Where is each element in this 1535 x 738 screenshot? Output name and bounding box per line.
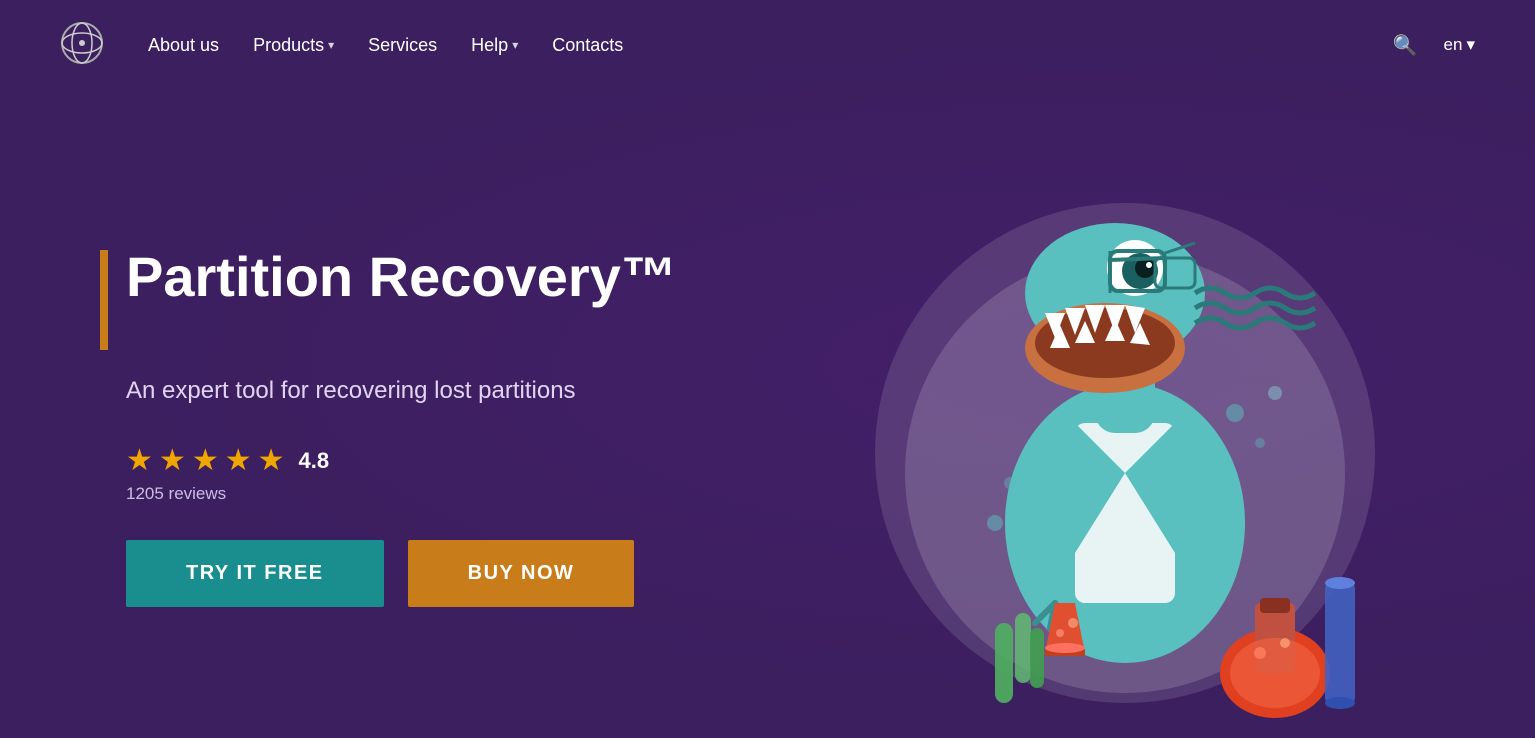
nav-item-products[interactable]: Products ▾ bbox=[239, 27, 348, 64]
title-wrapper: Partition Recovery™ bbox=[100, 246, 680, 350]
hero-section: Partition Recovery™ An expert tool for r… bbox=[0, 90, 1535, 733]
search-button[interactable]: 🔍 bbox=[1387, 27, 1424, 64]
nav-link-help[interactable]: Help ▾ bbox=[457, 27, 532, 64]
star-2: ★ bbox=[159, 443, 186, 478]
title-accent-bar bbox=[100, 250, 108, 350]
stars-row: ★ ★ ★ ★ ★ 4.8 bbox=[126, 443, 680, 478]
nav-link-about[interactable]: About us bbox=[134, 27, 233, 64]
rating-section: ★ ★ ★ ★ ★ 4.8 1205 reviews bbox=[126, 443, 680, 504]
chevron-down-icon: ▾ bbox=[1466, 35, 1475, 55]
chevron-down-icon: ▾ bbox=[328, 38, 334, 52]
nav-item-help[interactable]: Help ▾ bbox=[457, 27, 532, 64]
search-icon: 🔍 bbox=[1393, 35, 1418, 57]
nav-link-services[interactable]: Services bbox=[354, 27, 451, 64]
hero-subtitle: An expert tool for recovering lost parti… bbox=[126, 374, 586, 408]
star-4: ★ bbox=[225, 443, 252, 478]
nav-right: 🔍 en ▾ bbox=[1387, 27, 1475, 64]
reviews-count: 1205 reviews bbox=[126, 484, 680, 504]
language-selector[interactable]: en ▾ bbox=[1444, 35, 1475, 55]
navbar: About us Products ▾ Services Help ▾ Cont… bbox=[0, 0, 1535, 90]
star-3: ★ bbox=[192, 443, 219, 478]
star-1: ★ bbox=[126, 443, 153, 478]
nav-item-about[interactable]: About us bbox=[134, 27, 233, 64]
hero-title: Partition Recovery™ bbox=[126, 246, 677, 308]
buy-now-button[interactable]: BUY NOW bbox=[408, 540, 635, 607]
try-free-button[interactable]: TRY IT FREE bbox=[126, 540, 384, 607]
nav-item-services[interactable]: Services bbox=[354, 27, 451, 64]
nav-link-products[interactable]: Products ▾ bbox=[239, 27, 348, 64]
rating-value: 4.8 bbox=[299, 448, 330, 474]
nav-links: About us Products ▾ Services Help ▾ Cont… bbox=[134, 27, 637, 64]
chevron-down-icon: ▾ bbox=[512, 38, 518, 52]
nav-item-contacts[interactable]: Contacts bbox=[538, 27, 637, 64]
hero-image bbox=[680, 120, 1455, 733]
star-5-half: ★ bbox=[258, 443, 285, 478]
dino-illustration bbox=[815, 93, 1415, 733]
nav-link-contacts[interactable]: Contacts bbox=[538, 27, 637, 64]
buttons-row: TRY IT FREE BUY NOW bbox=[126, 540, 680, 607]
hero-content: Partition Recovery™ An expert tool for r… bbox=[100, 246, 680, 608]
logo[interactable] bbox=[60, 21, 134, 70]
